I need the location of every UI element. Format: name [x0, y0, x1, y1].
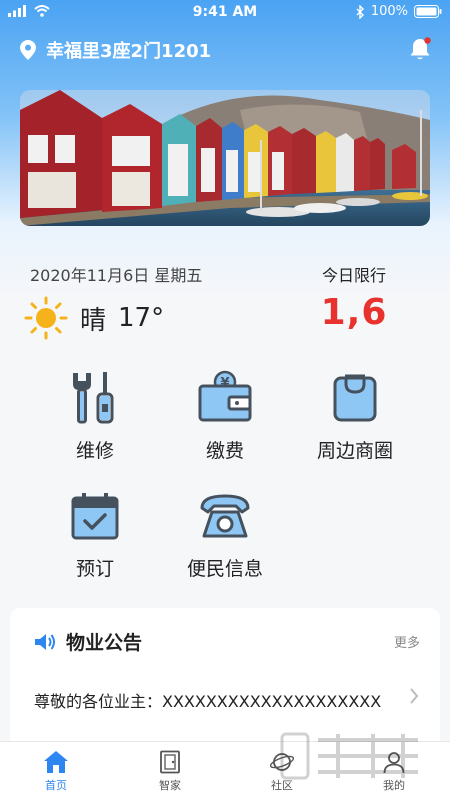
service-info[interactable]: 便民信息 — [165, 490, 285, 581]
status-bar: 9:41 AM 100% — [0, 0, 450, 26]
notice-title: 物业公告 — [66, 632, 143, 654]
service-shopping[interactable]: 周边商圈 — [295, 370, 415, 463]
traffic-limit-value: 1,6 — [320, 292, 388, 333]
speaker-icon — [35, 633, 55, 650]
address-selector[interactable]: 幸福里3座2门1201 — [20, 37, 211, 63]
battery-icon — [414, 5, 442, 18]
bluetooth-icon — [356, 4, 364, 19]
notice-card: 物业公告 更多 尊敬的各位业主：XXXXXXXXXXXXXXXXXXXX — [10, 608, 440, 748]
address-text: 幸福里3座2门1201 — [46, 41, 212, 62]
service-payment[interactable]: ¥ 缴费 — [165, 370, 285, 463]
tab-home[interactable]: 首页 — [16, 750, 96, 793]
service-booking[interactable]: 预订 — [35, 490, 155, 581]
tab-label: 首页 — [45, 779, 67, 792]
weather-condition: 晴 — [80, 305, 107, 336]
traffic-limit-title: 今日限行 — [321, 266, 386, 285]
watermark-logo — [280, 732, 418, 780]
shopping-bag-icon — [333, 374, 377, 422]
repair-icon — [73, 372, 114, 424]
service-label: 周边商圈 — [316, 440, 393, 462]
location-pin-icon — [20, 40, 36, 60]
notification-button[interactable] — [408, 36, 432, 66]
temperature: 17° — [118, 303, 165, 333]
notice-item[interactable]: 尊敬的各位业主：XXXXXXXXXXXXXXXXXXXX — [34, 688, 424, 712]
door-icon — [160, 750, 180, 774]
harbor-houses-photo — [20, 90, 430, 226]
service-label: 缴费 — [205, 440, 244, 462]
battery-percent: 100% — [370, 4, 408, 19]
calendar-icon — [71, 493, 119, 540]
service-repair[interactable]: 维修 — [35, 370, 155, 463]
banner-image[interactable] — [20, 90, 430, 226]
weather-widget: 晴 17° — [24, 296, 164, 340]
service-label: 便民信息 — [186, 558, 263, 580]
service-label: 维修 — [75, 440, 114, 462]
date-text: 2020年11月6日 星期五 — [30, 266, 203, 285]
tab-smart-home[interactable]: 智家 — [130, 750, 210, 793]
payment-icon: ¥ — [198, 370, 252, 422]
tab-label: 智家 — [159, 779, 181, 792]
home-icon — [44, 751, 68, 773]
more-link[interactable]: 更多 — [394, 632, 420, 651]
chevron-right-icon — [410, 688, 419, 704]
service-label: 预订 — [75, 558, 114, 580]
notice-header: 物业公告 — [34, 628, 142, 655]
sun-icon — [24, 296, 68, 340]
bell-icon — [410, 37, 431, 60]
telephone-icon — [200, 494, 250, 538]
